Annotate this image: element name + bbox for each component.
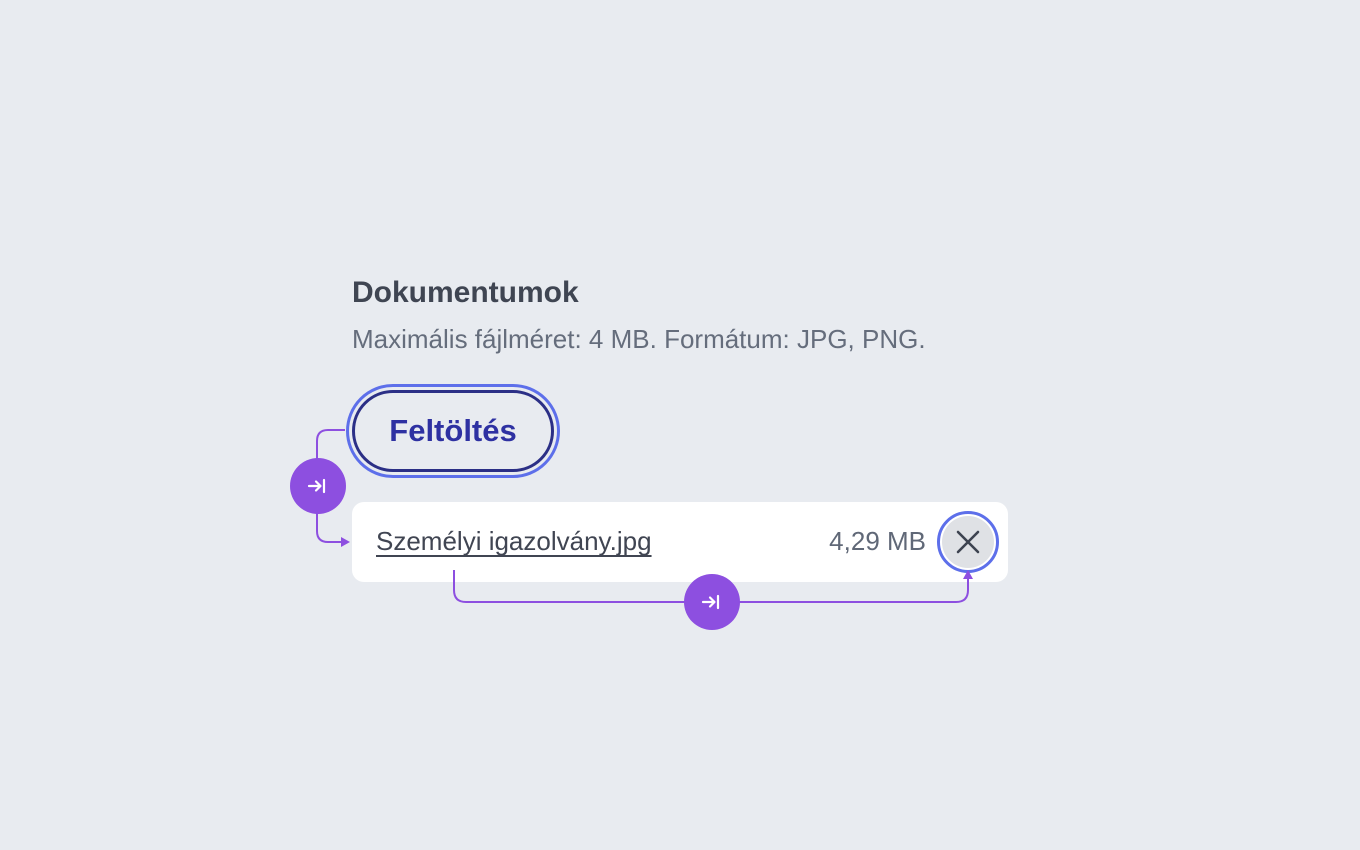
close-icon (956, 530, 980, 554)
tab-key-icon (701, 594, 720, 610)
tab-order-badge (290, 458, 346, 514)
tab-order-badge (684, 574, 740, 630)
focus-order-flow (316, 429, 973, 603)
file-name-link[interactable]: Személyi igazolvány.jpg (376, 524, 652, 558)
upload-button[interactable]: Feltöltés (346, 384, 560, 478)
section-title: Dokumentumok (352, 276, 579, 309)
file-size: 4,29 MB (829, 526, 926, 556)
tab-key-icon (307, 478, 326, 494)
upload-button-label: Feltöltés (389, 413, 517, 448)
file-list-item: Személyi igazolvány.jpg 4,29 MB (352, 502, 1008, 582)
section-hint: Maximális fájlméret: 4 MB. Formátum: JPG… (352, 324, 926, 354)
focus-arrow-head-1 (341, 537, 350, 547)
remove-file-button[interactable] (937, 511, 999, 573)
